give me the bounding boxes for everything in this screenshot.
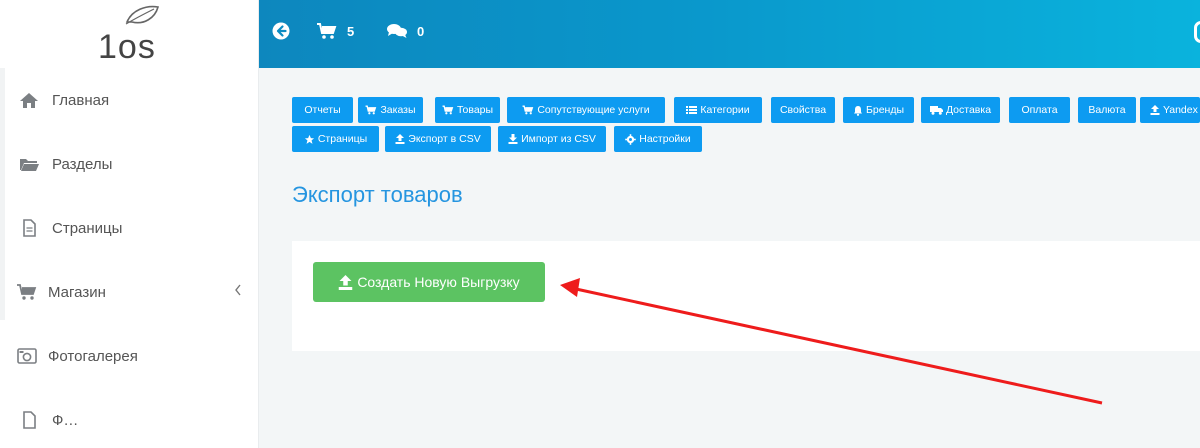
toolbar-button-brands[interactable]: Бренды [843, 97, 914, 123]
page-title: Экспорт товаров [292, 182, 463, 207]
sidebar-item-pages[interactable]: Страницы [0, 196, 259, 260]
cart-count: 5 [347, 23, 355, 39]
truck-icon [929, 106, 943, 115]
cart-icon [442, 105, 454, 115]
download-icon [508, 134, 518, 144]
upload-icon [1150, 105, 1160, 115]
chevron-left-icon[interactable] [233, 283, 243, 301]
sidebar-item-label: Страницы [52, 219, 123, 237]
upload-icon [339, 274, 353, 290]
list-icon [686, 106, 698, 114]
comments-count: 0 [417, 23, 425, 39]
sidebar-item-label: Фотогалерея [48, 347, 138, 365]
header-cart[interactable]: 5 [316, 22, 354, 40]
top-header: 5 0 [259, 0, 1200, 68]
camera-icon [16, 347, 38, 365]
bell-icon [853, 105, 862, 116]
create-export-button[interactable]: Создать Новую Выгрузку [313, 262, 545, 302]
file-icon [18, 411, 40, 429]
export-card: Создать Новую Выгрузку [292, 241, 1200, 351]
toolbar-button-export-csv[interactable]: Экспорт в CSV [385, 126, 491, 152]
gear-icon [625, 133, 637, 145]
sidebar-item-more[interactable]: Ф… [0, 388, 259, 448]
comments-icon [387, 24, 407, 38]
module-toolbar: Отчеты Заказы Товары Сопутствующие услуг… [292, 97, 1200, 157]
toolbar-button-settings[interactable]: Настройки [614, 126, 702, 152]
back-button[interactable] [272, 22, 290, 40]
toolbar-button-products[interactable]: Товары [435, 97, 500, 123]
toolbar-button-payment[interactable]: Оплата [1009, 97, 1070, 123]
toolbar-button-categories[interactable]: Категории [674, 97, 762, 123]
sidebar-item-label: Главная [52, 91, 110, 109]
create-export-label: Создать Новую Выгрузку [357, 274, 520, 290]
star-icon [304, 134, 314, 144]
cart-icon [522, 105, 534, 115]
toolbar-button-pages[interactable]: Страницы [292, 126, 379, 152]
file-icon [18, 219, 40, 237]
toolbar-button-orders[interactable]: Заказы [358, 97, 423, 123]
toolbar-button-import-csv[interactable]: Импорт из CSV [498, 126, 606, 152]
sidebar: 1os Главная Разделы Страницы Магазин Фот… [0, 0, 259, 448]
toolbar-button-delivery[interactable]: Доставка [921, 97, 1000, 123]
cart-icon [365, 105, 377, 115]
toolbar-button-properties[interactable]: Свойства [771, 97, 835, 123]
upload-icon [395, 134, 405, 144]
toolbar-button-currency[interactable]: Валюта [1078, 97, 1136, 123]
toolbar-button-reports[interactable]: Отчеты [292, 97, 353, 123]
sidebar-item-sections[interactable]: Разделы [0, 132, 259, 196]
sidebar-item-gallery[interactable]: Фотогалерея [0, 324, 259, 388]
sidebar-item-label: Разделы [52, 155, 113, 173]
cart-icon [317, 23, 337, 39]
back-circle-icon [272, 22, 290, 40]
sidebar-nav: Главная Разделы Страницы Магазин Фотогал… [0, 68, 259, 448]
folder-icon [18, 155, 40, 173]
sidebar-item-home[interactable]: Главная [0, 68, 259, 132]
home-icon [18, 91, 40, 109]
sidebar-item-shop[interactable]: Магазин [0, 260, 259, 324]
toolbar-button-yandex[interactable]: Yandex [1140, 97, 1200, 123]
logo[interactable]: 1os [0, 0, 259, 68]
sidebar-item-label: Ф… [52, 411, 79, 429]
sidebar-item-label: Магазин [48, 283, 106, 301]
header-comments[interactable]: 0 [386, 22, 424, 40]
logo-text: 1os [98, 28, 156, 66]
user-icon[interactable] [1194, 21, 1200, 43]
logo-leaf-icon: 1os [98, 5, 160, 66]
cart-icon [16, 283, 38, 301]
toolbar-button-related-services[interactable]: Сопутствующие услуги [507, 97, 665, 123]
